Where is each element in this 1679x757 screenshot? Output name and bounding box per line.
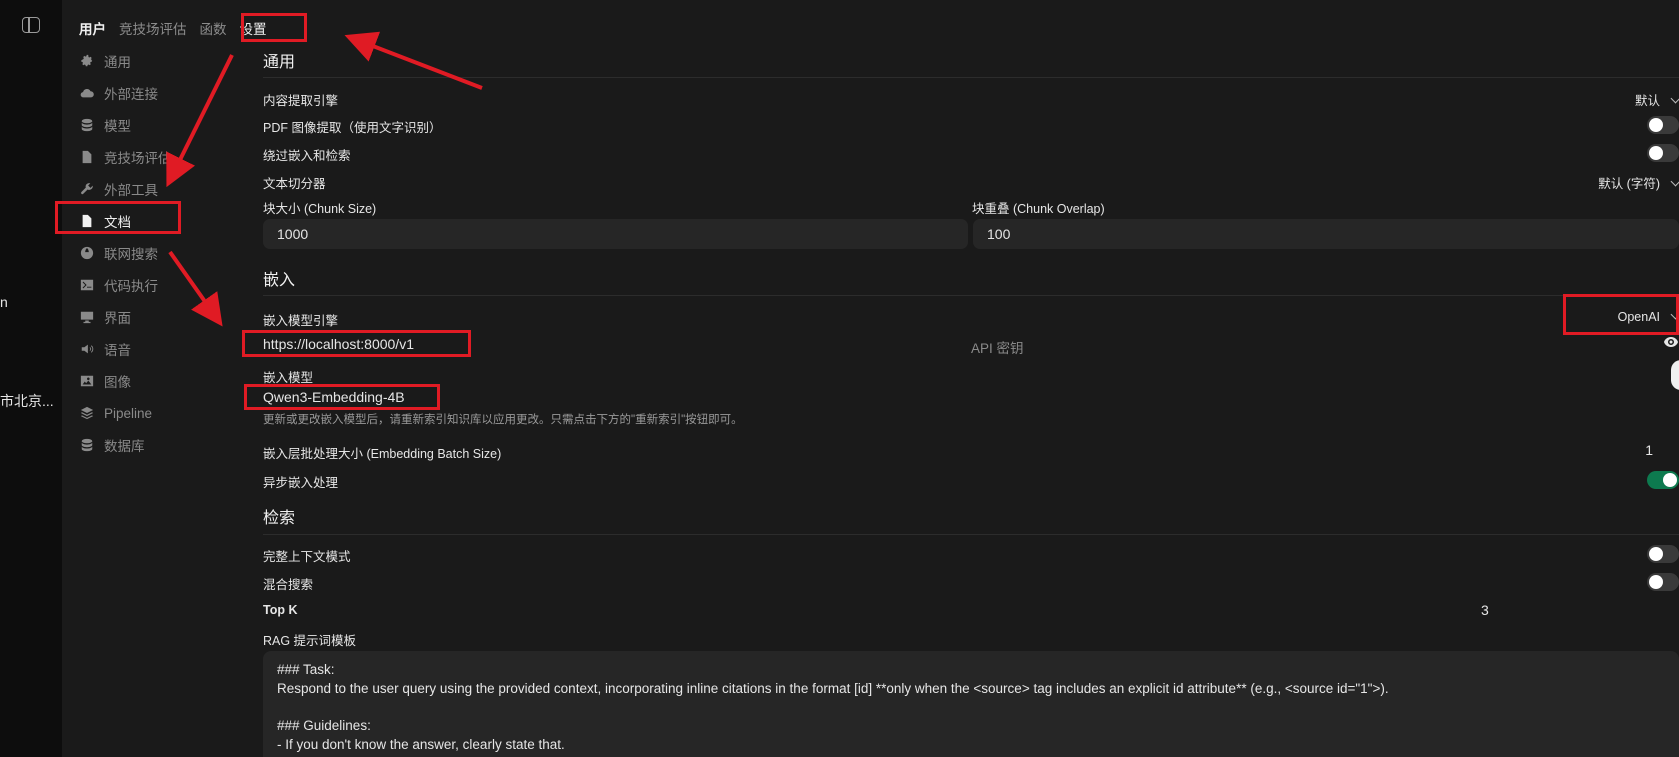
settings-item-arena[interactable]: 竞技场评估 (80, 141, 172, 173)
settings-item-label: 通用 (104, 55, 131, 70)
settings-item-label: 数据库 (104, 439, 145, 454)
embedding-engine-select[interactable]: OpenAI (1617, 309, 1679, 324)
chat-item-fragment[interactable]: n (0, 294, 8, 310)
settings-item-label: Pipeline (104, 405, 153, 421)
embedding-engine-value: OpenAI (1617, 310, 1660, 324)
text-splitter-label: 文本切分器 (263, 177, 326, 191)
layers-icon (80, 406, 94, 420)
settings-item-audio[interactable]: 语音 (80, 333, 172, 365)
full-context-toggle[interactable] (1647, 545, 1679, 563)
top-k-label: Top K (263, 603, 298, 617)
settings-item-models[interactable]: 模型 (80, 109, 172, 141)
batch-size-value[interactable]: 1 (1645, 442, 1653, 458)
tab-settings[interactable]: 设置 (240, 18, 267, 38)
section-title-general: 通用 (263, 54, 296, 71)
document-icon (80, 214, 94, 228)
database-icon (80, 438, 94, 452)
content-engine-label: 内容提取引擎 (263, 94, 339, 108)
rag-template-label: RAG 提示词模板 (263, 634, 357, 648)
settings-item-connections[interactable]: 外部连接 (80, 77, 172, 109)
settings-item-label: 界面 (104, 311, 131, 326)
speaker-icon (80, 342, 94, 356)
show-password-button[interactable] (1663, 335, 1679, 351)
content-engine-select[interactable]: 默认 (1635, 90, 1679, 109)
annotation-arrows (166, 31, 483, 327)
section-title-retrieval: 检索 (263, 510, 296, 527)
globe-icon (80, 246, 94, 260)
async-embedding-toggle[interactable] (1647, 471, 1679, 489)
section-title-embedding: 嵌入 (263, 272, 296, 289)
embedding-model-label: 嵌入模型 (263, 371, 314, 385)
pdf-ocr-label: PDF 图像提取（使用文字识别） (263, 121, 442, 135)
chunk-overlap-label: 块重叠 (Chunk Overlap) (972, 202, 1105, 216)
embedding-engine-label: 嵌入模型引擎 (263, 314, 339, 328)
tab-arena[interactable]: 竞技场评估 (119, 18, 187, 38)
chat-item-fragment-2[interactable]: 市北京... (0, 391, 54, 411)
wrench-icon (80, 182, 94, 196)
settings-item-label: 文档 (104, 215, 131, 230)
sidebar-toggle-icon[interactable] (22, 17, 40, 33)
settings-item-label: 模型 (104, 119, 131, 134)
section-divider (263, 295, 1679, 296)
arrow-to-documents (166, 54, 234, 188)
left-sidebar-strip: n 市北京... (0, 0, 62, 757)
chevron-down-icon (1670, 93, 1679, 104)
settings-item-images[interactable]: 图像 (80, 365, 172, 397)
content-engine-value: 默认 (1634, 94, 1660, 108)
monitor-icon (80, 310, 94, 324)
rag-template-textarea[interactable]: ### Task: Respond to the user query usin… (263, 651, 1679, 757)
settings-item-label: 代码执行 (104, 279, 158, 294)
settings-item-label: 竞技场评估 (104, 151, 172, 166)
database-icon (80, 118, 94, 132)
image-icon (80, 374, 94, 388)
gear-icon (80, 54, 94, 68)
bypass-embedding-toggle[interactable] (1647, 144, 1679, 162)
hybrid-search-label: 混合搜索 (263, 578, 314, 592)
top-k-input[interactable]: 3 (1481, 602, 1489, 618)
chunk-size-label: 块大小 (Chunk Size) (263, 202, 377, 216)
settings-item-pipelines[interactable]: Pipeline (80, 397, 172, 429)
section-divider (263, 534, 1679, 535)
admin-top-nav: 用户 竞技场评估 函数 设置 (79, 18, 280, 38)
chevron-down-icon (1670, 309, 1679, 320)
file-icon (80, 150, 94, 164)
embedding-model-hint: 更新或更改嵌入模型后，请重新索引知识库以应用更改。只需点击下方的"重新索引"按钮… (263, 414, 743, 426)
chunk-overlap-input[interactable]: 100 (973, 219, 1679, 249)
settings-item-interface[interactable]: 界面 (80, 301, 172, 333)
chevron-down-icon (1670, 176, 1679, 187)
hybrid-search-toggle[interactable] (1647, 573, 1679, 591)
tab-functions[interactable]: 函数 (200, 18, 227, 38)
terminal-icon (80, 278, 94, 292)
pdf-ocr-toggle[interactable] (1647, 116, 1679, 134)
bypass-embedding-label: 绕过嵌入和检索 (263, 149, 351, 163)
chunk-size-input[interactable]: 1000 (263, 219, 968, 249)
async-embedding-label: 异步嵌入处理 (263, 476, 339, 490)
text-splitter-value: 默认 (字符) (1598, 177, 1660, 191)
settings-item-label: 外部连接 (104, 87, 158, 102)
settings-item-documents[interactable]: 文档 (80, 205, 172, 237)
settings-item-label: 图像 (104, 375, 131, 390)
arrow-to-embedding (168, 250, 223, 327)
section-divider (263, 77, 1679, 78)
text-splitter-select[interactable]: 默认 (字符) (1598, 173, 1679, 192)
api-key-input[interactable]: API 密钥 (971, 337, 1024, 357)
batch-size-label: 嵌入层批处理大小 (Embedding Batch Size) (263, 447, 502, 461)
embedding-model-input[interactable]: Qwen3-Embedding-4B (263, 389, 405, 405)
settings-item-label: 外部工具 (104, 183, 158, 198)
settings-item-label: 联网搜索 (104, 247, 158, 262)
cloud-icon (80, 86, 94, 100)
tab-users[interactable]: 用户 (79, 18, 106, 38)
settings-item-web-search[interactable]: 联网搜索 (80, 237, 172, 269)
scroll-handle[interactable] (1671, 360, 1679, 390)
full-context-label: 完整上下文模式 (263, 550, 351, 564)
settings-item-label: 语音 (104, 343, 131, 358)
settings-item-general[interactable]: 通用 (80, 45, 172, 77)
settings-item-database[interactable]: 数据库 (80, 429, 172, 461)
api-base-url-input[interactable]: https://localhost:8000/v1 (263, 336, 414, 352)
eye-icon (1664, 337, 1678, 347)
settings-item-code-execution[interactable]: 代码执行 (80, 269, 172, 301)
settings-item-tools[interactable]: 外部工具 (80, 173, 172, 205)
settings-sidebar: 通用 外部连接 模型 竞技场评估 外部工具 文档 联网搜索 代码执行 界面 语音… (80, 45, 172, 461)
arrow-to-settings (344, 31, 483, 90)
